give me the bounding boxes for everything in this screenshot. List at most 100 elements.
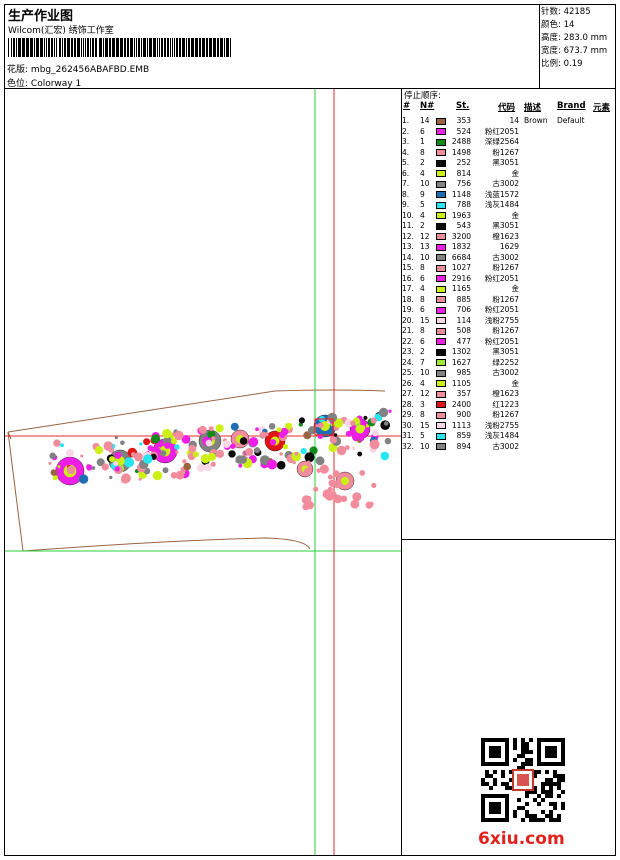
qr-module <box>513 810 517 814</box>
row-stitches: 1148 <box>451 189 471 199</box>
color-swatch <box>436 380 446 387</box>
row-code: 浅灰1484 <box>484 200 519 209</box>
table-row: 14. 10 6684 古3002 <box>401 253 615 264</box>
color-swatch <box>436 170 446 177</box>
table-row: 5. 2 252 黑3051 <box>401 158 615 169</box>
qr-module <box>561 806 565 810</box>
embroidery-stitch <box>48 461 52 465</box>
embroidery-stitch <box>204 463 212 472</box>
row-index: 10. <box>402 210 414 220</box>
embroidery-stitch <box>238 455 247 464</box>
qr-module <box>541 818 545 822</box>
qr-module <box>537 802 541 806</box>
embroidery-stitch <box>65 449 75 458</box>
qr-module <box>521 746 525 750</box>
qr-module <box>525 762 529 766</box>
qr-module <box>557 786 561 790</box>
barcode-bar <box>13 38 15 57</box>
qr-module <box>549 782 553 786</box>
embroidery-stitch <box>139 442 143 446</box>
embroidery-stitch <box>304 452 315 463</box>
row-index: 31. <box>402 431 414 440</box>
color-swatch <box>436 411 446 419</box>
barcode-bar <box>120 38 123 57</box>
table-row: 17. 4 1165 金 <box>401 284 615 295</box>
row-code: 浅粉2755 <box>484 315 519 325</box>
table-row: 4. 8 1498 粉1267 <box>401 148 615 159</box>
qr-module <box>505 782 509 786</box>
row-code: 金 <box>511 210 520 220</box>
embroidery-stitch <box>120 475 129 484</box>
table-row: 28. 3 2400 红1223 <box>401 400 615 411</box>
qr-module <box>525 814 529 818</box>
qr-module <box>529 814 533 818</box>
barcode-bar <box>226 38 229 57</box>
row-needle: 5 <box>420 431 425 440</box>
barcode-bar <box>116 38 119 57</box>
qr-module <box>561 774 565 778</box>
barcode-bar <box>209 38 212 57</box>
row-code: 金 <box>511 378 520 388</box>
row-code: 粉红2051 <box>484 305 519 314</box>
qr-module <box>553 802 557 806</box>
color-swatch <box>436 180 446 188</box>
qr-module <box>521 762 525 766</box>
row-code: 粉1267 <box>492 147 519 157</box>
barcode-bar <box>130 38 133 57</box>
qr-module <box>561 790 565 794</box>
row-index: 21. <box>402 326 414 335</box>
embroidery-stitch <box>327 474 333 480</box>
qr-module <box>545 770 549 774</box>
site-logo: 6xiu.com <box>478 829 565 849</box>
embroidery-stitch <box>198 425 207 434</box>
row-code: 粉1267 <box>492 410 519 419</box>
row-needle: 15 <box>420 420 430 430</box>
col-header-stitches: St. <box>456 101 470 111</box>
embroidery-stitch <box>60 443 64 448</box>
barcode-bar <box>186 38 187 57</box>
row-code: 红1223 <box>492 399 519 409</box>
row-stitches: 1105 <box>451 378 471 388</box>
row-stitches: 985 <box>456 368 471 377</box>
embroidery-stitch <box>175 450 179 454</box>
embroidery-stitch <box>369 501 374 507</box>
barcode-bar <box>87 38 89 57</box>
embroidery-motifs <box>48 407 392 511</box>
barcode-bar <box>195 38 198 57</box>
embroidery-stitch <box>306 496 312 501</box>
barcode-bar <box>161 38 163 57</box>
qr-finder <box>489 746 501 758</box>
row-index: 14. <box>402 252 414 262</box>
qr-module <box>557 818 561 822</box>
row-index: 17. <box>402 284 414 293</box>
embroidery-stitch <box>329 436 337 444</box>
embroidery-stitch <box>143 438 151 446</box>
embroidery-stitch <box>50 469 58 476</box>
col-header-brand: Brand <box>557 101 586 111</box>
embroidery-stitch <box>238 463 243 468</box>
embroidery-stitch <box>114 466 120 472</box>
qr-module <box>541 790 545 794</box>
qr-module <box>549 818 553 822</box>
barcode-bar <box>92 38 94 57</box>
qr-code-icon <box>481 738 565 822</box>
qr-module <box>521 806 525 810</box>
row-needle: 8 <box>420 263 425 272</box>
table-row: 16. 6 2916 粉红2051 <box>401 274 615 285</box>
qr-module <box>549 794 553 798</box>
barcode-bar <box>136 38 137 57</box>
row-needle: 4 <box>420 210 425 220</box>
barcode-icon <box>8 38 231 57</box>
qr-module <box>533 798 537 802</box>
row-needle: 10 <box>420 441 430 451</box>
qr-module <box>525 794 529 798</box>
barcode-bar <box>22 38 25 57</box>
embroidery-stitch <box>80 454 84 458</box>
embroidery-stitch <box>352 492 362 502</box>
table-row: 7. 10 756 古3002 <box>401 179 615 190</box>
row-stitches: 353 <box>456 116 471 125</box>
row-index: 24. <box>402 357 414 367</box>
barcode-bar <box>11 38 12 57</box>
qr-module <box>521 750 525 754</box>
embroidery-stitch <box>66 465 76 475</box>
